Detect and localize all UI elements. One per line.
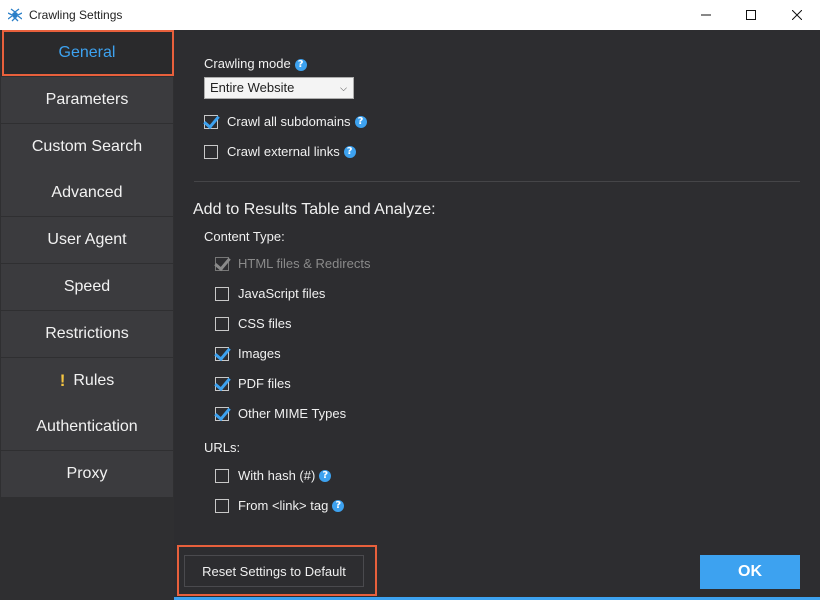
minimize-button[interactable] bbox=[683, 0, 729, 30]
sidebar-item-parameters[interactable]: Parameters bbox=[1, 77, 173, 123]
crawling-mode-select[interactable]: Entire Website ⌵ bbox=[204, 77, 354, 99]
help-icon[interactable]: ? bbox=[319, 469, 332, 482]
javascript-checkbox[interactable] bbox=[215, 286, 229, 301]
title-bar: Crawling Settings bbox=[0, 0, 820, 30]
sidebar-item-label: Advanced bbox=[51, 184, 123, 201]
help-icon[interactable]: ? bbox=[354, 115, 367, 128]
css-checkbox[interactable] bbox=[215, 316, 229, 331]
mime-checkbox[interactable] bbox=[215, 406, 229, 421]
chevron-down-icon: ⌵ bbox=[340, 83, 347, 93]
ok-button[interactable]: OK bbox=[700, 555, 800, 589]
sidebar-item-custom-search[interactable]: Custom Search bbox=[1, 124, 173, 170]
sidebar-item-label: General bbox=[58, 44, 116, 61]
general-settings-panel: Crawling mode? Entire Website ⌵ Crawl al… bbox=[174, 30, 820, 600]
crawl-subdomains-checkbox[interactable] bbox=[204, 114, 218, 129]
sidebar-item-advanced[interactable]: Advanced bbox=[1, 170, 173, 216]
spider-logo-icon bbox=[8, 8, 22, 22]
help-icon[interactable]: ? bbox=[294, 58, 307, 71]
images-checkbox[interactable] bbox=[215, 346, 229, 361]
sidebar-item-general[interactable]: General bbox=[1, 30, 173, 76]
crawling-mode-label: Crawling mode? bbox=[204, 56, 307, 71]
content-type-images-option[interactable]: Images bbox=[215, 346, 281, 361]
close-button[interactable] bbox=[774, 0, 820, 30]
window-title: Crawling Settings bbox=[29, 8, 123, 22]
maximize-icon bbox=[746, 10, 756, 20]
urls-label: URLs: bbox=[204, 440, 241, 455]
section-divider bbox=[194, 181, 800, 182]
sidebar-item-label: Restrictions bbox=[45, 325, 129, 342]
sidebar-item-authentication[interactable]: Authentication bbox=[1, 404, 173, 450]
sidebar-item-restrictions[interactable]: Restrictions bbox=[1, 311, 173, 357]
minimize-icon bbox=[701, 14, 711, 16]
url-hash-option[interactable]: With hash (#)? bbox=[215, 468, 332, 483]
sidebar-item-proxy[interactable]: Proxy bbox=[1, 451, 173, 497]
crawl-subdomains-option[interactable]: Crawl all subdomains? bbox=[204, 114, 367, 129]
maximize-button[interactable] bbox=[728, 0, 774, 30]
help-icon[interactable]: ? bbox=[343, 145, 356, 158]
content-type-js-option[interactable]: JavaScript files bbox=[215, 286, 325, 301]
content-type-pdf-option[interactable]: PDF files bbox=[215, 376, 291, 391]
sidebar-item-rules[interactable]: ! Rules bbox=[1, 358, 173, 404]
reset-settings-button[interactable]: Reset Settings to Default bbox=[184, 555, 364, 587]
content-type-label: Content Type: bbox=[204, 229, 285, 244]
results-section-title: Add to Results Table and Analyze: bbox=[193, 201, 436, 218]
crawl-external-checkbox[interactable] bbox=[204, 144, 218, 159]
help-icon[interactable]: ? bbox=[332, 499, 345, 512]
close-icon bbox=[792, 10, 802, 20]
sidebar-item-speed[interactable]: Speed bbox=[1, 264, 173, 310]
sidebar-item-user-agent[interactable]: User Agent bbox=[1, 217, 173, 263]
sidebar-item-label: Proxy bbox=[66, 465, 108, 482]
content-type-mime-option[interactable]: Other MIME Types bbox=[215, 406, 346, 421]
sidebar-item-label: Custom Search bbox=[31, 138, 143, 155]
content-type-css-option[interactable]: CSS files bbox=[215, 316, 291, 331]
sidebar-item-label: Parameters bbox=[45, 91, 129, 108]
html-checkbox bbox=[215, 256, 229, 271]
crawl-external-option[interactable]: Crawl external links? bbox=[204, 144, 356, 159]
settings-sidebar: General Parameters Custom Search Advance… bbox=[0, 30, 174, 600]
crawling-mode-value: Entire Website bbox=[210, 80, 295, 95]
pdf-checkbox[interactable] bbox=[215, 376, 229, 391]
sidebar-item-label: Rules bbox=[73, 372, 115, 389]
link-tag-checkbox[interactable] bbox=[215, 498, 229, 513]
hash-checkbox[interactable] bbox=[215, 468, 229, 483]
sidebar-item-label: User Agent bbox=[47, 231, 127, 248]
sidebar-item-label: Authentication bbox=[36, 418, 138, 435]
url-link-tag-option[interactable]: From <link> tag? bbox=[215, 498, 345, 513]
sidebar-item-label: Speed bbox=[63, 278, 111, 295]
warning-icon: ! bbox=[59, 371, 66, 390]
content-type-html-option: HTML files & Redirects bbox=[215, 256, 370, 271]
